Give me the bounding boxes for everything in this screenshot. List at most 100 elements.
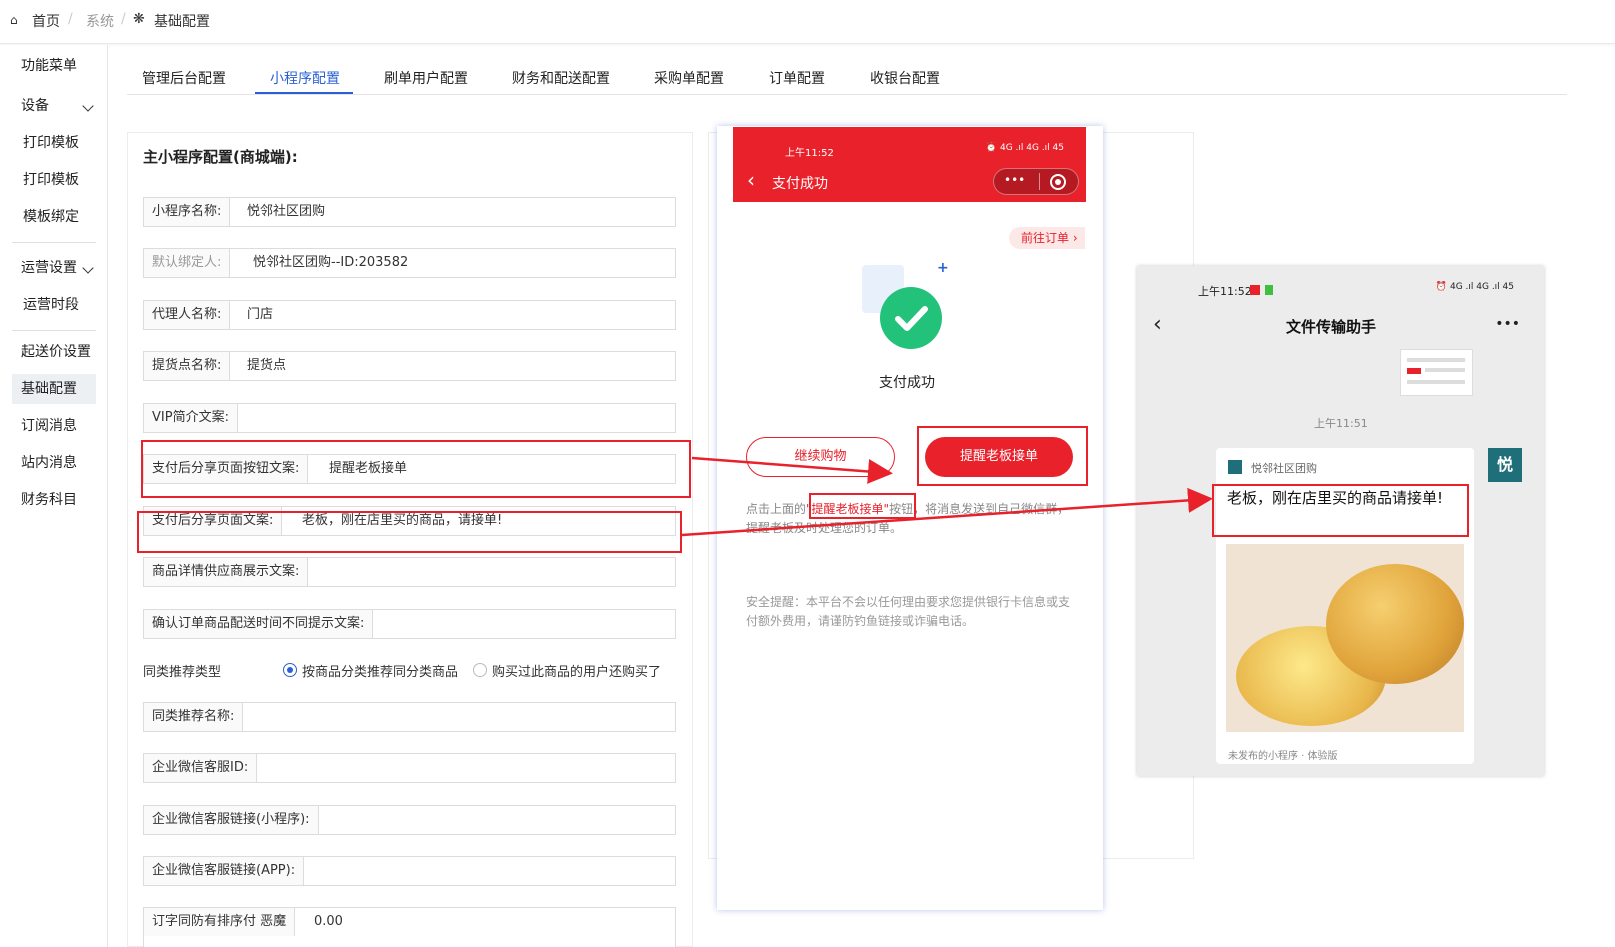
chat-more-icon[interactable]: ••• [1495,316,1520,332]
highlight-box-page-text [137,511,682,553]
avatar[interactable]: 悦 [1488,448,1522,482]
notification-icon-2 [1265,285,1273,295]
field-label: 代理人名称: [144,301,231,329]
field-label: 企业微信客服ID: [144,754,258,782]
field-partial[interactable]: 订字同防有排序付 恶魔 0.00 [143,907,676,947]
notification-icon [1250,285,1260,295]
sidebar-divider [12,330,96,331]
sidebar-divider [12,242,96,243]
radio-bought-also[interactable] [473,663,487,677]
field-label: 订字同防有排序付 恶魔 [144,908,296,936]
radio-category[interactable] [283,663,297,677]
goto-orders-button[interactable]: 前往订单 › [1009,227,1085,249]
field-wecom-id[interactable]: 企业微信客服ID: [143,753,676,783]
sidebar-item-label: 设备 [21,98,49,114]
close-target-dot [1055,179,1061,185]
card-footer: 未发布的小程序 · 体验版 [1228,751,1338,762]
sidebar-item-menu[interactable]: 功能菜单 [12,51,96,81]
field-label: 确认订单商品配送时间不同提示文案: [144,610,374,638]
breadcrumb-current: 基础配置 [154,14,210,30]
breadcrumb-home[interactable]: 首页 [32,11,60,31]
field-label: 默认绑定人: [144,249,231,277]
thumb-red [1407,368,1421,374]
field-label: 企业微信客服链接(APP): [144,857,305,885]
more-icon[interactable]: ••• [1004,173,1025,187]
phone-header: 上午11:52 ⏰ 4G .ıl 4G .ıl 45 ‹ 支付成功 ••• [733,127,1086,202]
capsule-menu: ••• [993,168,1079,195]
product-image [1226,544,1464,732]
tab-purchase[interactable]: 采购单配置 [654,68,724,88]
thumb-line [1407,380,1465,384]
chat-status-icons: ⏰ 4G .ıl 4G .ıl 45 [1435,282,1514,292]
field-wecom-link-app[interactable]: 企业微信客服链接(APP): [143,856,676,886]
field-value: 悦邻社区团购--ID:203582 [253,255,409,270]
sidebar-item-device[interactable]: 设备 [12,91,96,121]
home-icon[interactable]: ⌂ [10,13,18,27]
field-value: 0.00 [314,914,343,929]
field-app-name[interactable]: 小程序名称: 悦邻社区团购 [143,197,676,227]
radio-category-label: 按商品分类推荐同分类商品 [302,665,459,680]
sidebar-item-print-template[interactable]: 打印模板 [14,128,98,158]
tab-miniprogram[interactable]: 小程序配置 [270,68,340,88]
field-vip-text[interactable]: VIP简介文案: [143,403,676,433]
field-default-binder[interactable]: 默认绑定人: 悦邻社区团购--ID:203582 [143,248,676,278]
tab-admin[interactable]: 管理后台配置 [142,68,226,88]
field-pickup-name[interactable]: 提货点名称: 提货点 [143,351,676,381]
field-label: VIP简介文案: [144,404,238,432]
app-logo-icon [1228,460,1242,474]
message-time: 上午11:51 [1314,417,1368,430]
sidebar-item-site-msg[interactable]: 站内消息 [12,448,96,478]
chat-time: 上午11:52 [1198,285,1252,298]
phone-time: 上午11:52 [785,148,834,159]
phone-status-icons: ⏰ 4G .ıl 4G .ıl 45 [985,143,1064,153]
recommend-type-row: 同类推荐类型 按商品分类推荐同分类商品 购买过此商品的用户还购买了 [143,660,683,682]
tab-cashier[interactable]: 收银台配置 [870,68,940,88]
field-label: 商品详情供应商展示文案: [144,558,309,586]
tab-order[interactable]: 订单配置 [769,68,825,88]
field-recommend-name[interactable]: 同类推荐名称: [143,702,676,732]
highlight-box-remind-button [917,426,1088,486]
highlight-box-message [1212,484,1469,537]
chat-back-icon[interactable]: ‹ [1153,312,1162,337]
thumb-line [1407,358,1465,362]
recommend-type-label: 同类推荐类型 [143,665,222,680]
tab-divider [127,94,1567,95]
back-icon[interactable]: ‹ [747,168,755,192]
highlight-box-tip [809,493,916,519]
continue-shopping-button[interactable]: 继续购物 [746,437,895,477]
tab-brush-user[interactable]: 刷单用户配置 [384,68,468,88]
field-label: 提货点名称: [144,352,231,380]
gear-icon: ❋ [133,11,145,27]
sidebar-item-subscribe[interactable]: 订阅消息 [12,411,96,441]
sidebar-item-basic-config[interactable]: 基础配置 [12,374,96,404]
breadcrumb-system[interactable]: 系统 [86,11,114,31]
tip-prefix: 点击上面的 [746,502,807,516]
chevron-down-icon [82,100,94,112]
success-check-icon [880,287,942,349]
field-value: 门店 [247,307,274,322]
field-agent-name[interactable]: 代理人名称: 门店 [143,300,676,330]
field-delivery-time-text[interactable]: 确认订单商品配送时间不同提示文案: [143,609,676,639]
field-label: 同类推荐名称: [144,703,244,731]
sidebar-item-print-template-2[interactable]: 打印模板 [14,165,98,195]
sidebar-item-finance[interactable]: 财务科目 [12,485,96,515]
thumb-line [1425,368,1465,372]
bread-shape-2 [1326,564,1464,684]
field-label: 小程序名称: [144,198,231,226]
field-wecom-link-mini[interactable]: 企业微信客服链接(小程序): [143,805,676,835]
breadcrumb-separator: / [121,11,126,27]
sidebar-item-operation[interactable]: 运营设置 [12,253,96,283]
field-supplier-text[interactable]: 商品详情供应商展示文案: [143,557,676,587]
tab-finance-delivery[interactable]: 财务和配送配置 [512,68,610,88]
chevron-down-icon [82,262,94,274]
sidebar-item-template-bind[interactable]: 模板绑定 [14,202,98,232]
highlight-box-button-text [141,440,691,498]
sidebar-item-label: 运营设置 [21,260,77,276]
chat-title: 文件传输助手 [1286,318,1377,336]
image-thumbnail[interactable] [1400,349,1473,396]
sidebar-item-operation-hours[interactable]: 运营时段 [14,290,98,320]
tab-active-indicator [255,92,353,94]
card-source: 悦邻社区团购 [1251,462,1317,475]
radio-bought-also-label: 购买过此商品的用户还购买了 [492,665,662,680]
sidebar-item-min-price[interactable]: 起送价设置 [12,337,96,367]
